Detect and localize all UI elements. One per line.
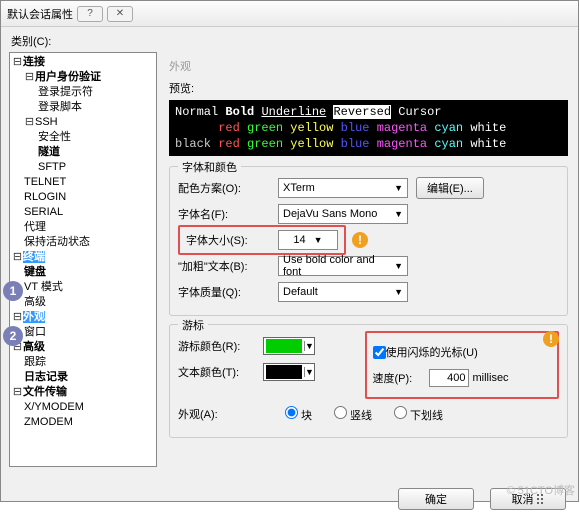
tree-script[interactable]: 登录脚本 <box>38 101 82 113</box>
chevron-down-icon: ▼ <box>394 183 403 193</box>
fontname-label: 字体名(F): <box>178 206 278 222</box>
tree-auth[interactable]: 用户身份验证 <box>35 71 101 83</box>
tree-keepalive[interactable]: 保持活动状态 <box>24 236 90 248</box>
chevron-down-icon: ▼ <box>304 341 314 351</box>
speed-input[interactable] <box>429 369 469 387</box>
fontsize-select[interactable]: 14▼ <box>278 230 338 250</box>
category-label: 类别(C): <box>1 27 578 52</box>
tree-serial[interactable]: SERIAL <box>24 206 63 218</box>
appearance-label: 外观(A): <box>178 406 263 422</box>
speed-label: 速度(P): <box>373 370 429 386</box>
tree-ssh[interactable]: SSH <box>35 116 58 128</box>
tree-adv[interactable]: 高级 <box>24 296 46 308</box>
preview-label: 预览: <box>169 80 568 96</box>
bold-select[interactable]: Use bold color and font▼ <box>278 256 408 276</box>
watermark: © 51CTO博客 <box>507 482 575 498</box>
collapse-icon[interactable]: ⊟ <box>12 250 23 265</box>
tree-proxy[interactable]: 代理 <box>24 221 46 233</box>
edit-button[interactable]: 编辑(E)... <box>416 177 484 199</box>
tree-keyboard[interactable]: 键盘 <box>24 266 46 278</box>
cursor-color-picker[interactable]: ▼ <box>263 337 315 355</box>
warning-icon: ! <box>543 331 559 347</box>
tree-window[interactable]: 窗口 <box>24 326 46 338</box>
chevron-down-icon: ▼ <box>304 367 314 377</box>
panel-title: 外观 <box>169 56 568 80</box>
close-button[interactable]: ✕ <box>107 6 133 22</box>
tree-appearance[interactable]: 外观 <box>23 311 45 323</box>
chevron-down-icon: ▼ <box>394 261 403 271</box>
tree-advanced[interactable]: 高级 <box>23 341 45 353</box>
tree-vt[interactable]: VT 模式 <box>24 281 63 293</box>
text-color-label: 文本颜色(T): <box>178 364 263 380</box>
collapse-icon[interactable]: ⊟ <box>12 55 23 70</box>
radio-vert[interactable]: 竖线 <box>334 406 372 423</box>
scheme-select[interactable]: XTerm▼ <box>278 178 408 198</box>
tree-security[interactable]: 安全性 <box>38 131 71 143</box>
callout-1: 1 <box>3 281 23 301</box>
title-bar: 默认会话属性 ? ✕ <box>1 1 578 27</box>
help-button[interactable]: ? <box>77 6 103 22</box>
tree-z[interactable]: ZMODEM <box>24 416 73 428</box>
cursor-group-label: 游标 <box>178 317 208 333</box>
blink-label: 使用闪烁的光标(U) <box>386 344 478 360</box>
tree-trace[interactable]: 跟踪 <box>24 356 46 368</box>
collapse-icon[interactable]: ⊟ <box>24 70 35 85</box>
blink-checkbox[interactable] <box>373 346 386 359</box>
ok-button[interactable]: 确定 <box>398 488 474 510</box>
collapse-icon[interactable]: ⊟ <box>24 115 35 130</box>
tree-terminal[interactable]: 终端 <box>23 251 45 263</box>
chevron-down-icon: ▼ <box>394 287 403 297</box>
chevron-down-icon: ▼ <box>314 235 323 245</box>
close-icon: ✕ <box>116 8 124 19</box>
tree-telnet[interactable]: TELNET <box>24 176 66 188</box>
title-text: 默认会话属性 <box>7 6 73 22</box>
radio-block[interactable]: 块 <box>285 406 312 423</box>
collapse-icon[interactable]: ⊟ <box>12 310 23 325</box>
chevron-down-icon: ▼ <box>394 209 403 219</box>
fontcolor-group-label: 字体和颜色 <box>178 159 241 175</box>
warning-icon: ! <box>352 232 368 248</box>
radio-under[interactable]: 下划线 <box>394 406 443 423</box>
tree-tunnel[interactable]: 隧道 <box>38 146 60 158</box>
cursor-color-label: 游标颜色(R): <box>178 338 263 354</box>
tree-xy[interactable]: X/YMODEM <box>24 401 84 413</box>
tree-sftp[interactable]: SFTP <box>38 161 66 173</box>
tree-transfer[interactable]: 文件传输 <box>23 386 67 398</box>
tree-connection[interactable]: 连接 <box>23 56 45 68</box>
tree-log[interactable]: 日志记录 <box>24 371 68 383</box>
fontname-select[interactable]: DejaVu Sans Mono▼ <box>278 204 408 224</box>
text-color-picker[interactable]: ▼ <box>263 363 315 381</box>
speed-unit: millisec <box>473 372 509 384</box>
terminal-preview: Normal Bold Underline Reversed Cursor re… <box>169 100 568 156</box>
tree-prompt[interactable]: 登录提示符 <box>38 86 93 98</box>
callout-2: 2 <box>3 326 23 346</box>
quality-label: 字体质量(Q): <box>178 284 278 300</box>
category-tree[interactable]: ⊟连接 ⊟用户身份验证 登录提示符 登录脚本 ⊟SSH 安全性 隧道 SFTP … <box>9 52 157 467</box>
scheme-label: 配色方案(O): <box>178 180 278 196</box>
bold-label: "加粗"文本(B): <box>178 258 278 274</box>
quality-select[interactable]: Default▼ <box>278 282 408 302</box>
fontsize-label: 字体大小(S): <box>186 232 278 248</box>
collapse-icon[interactable]: ⊟ <box>12 385 23 400</box>
tree-rlogin[interactable]: RLOGIN <box>24 191 66 203</box>
